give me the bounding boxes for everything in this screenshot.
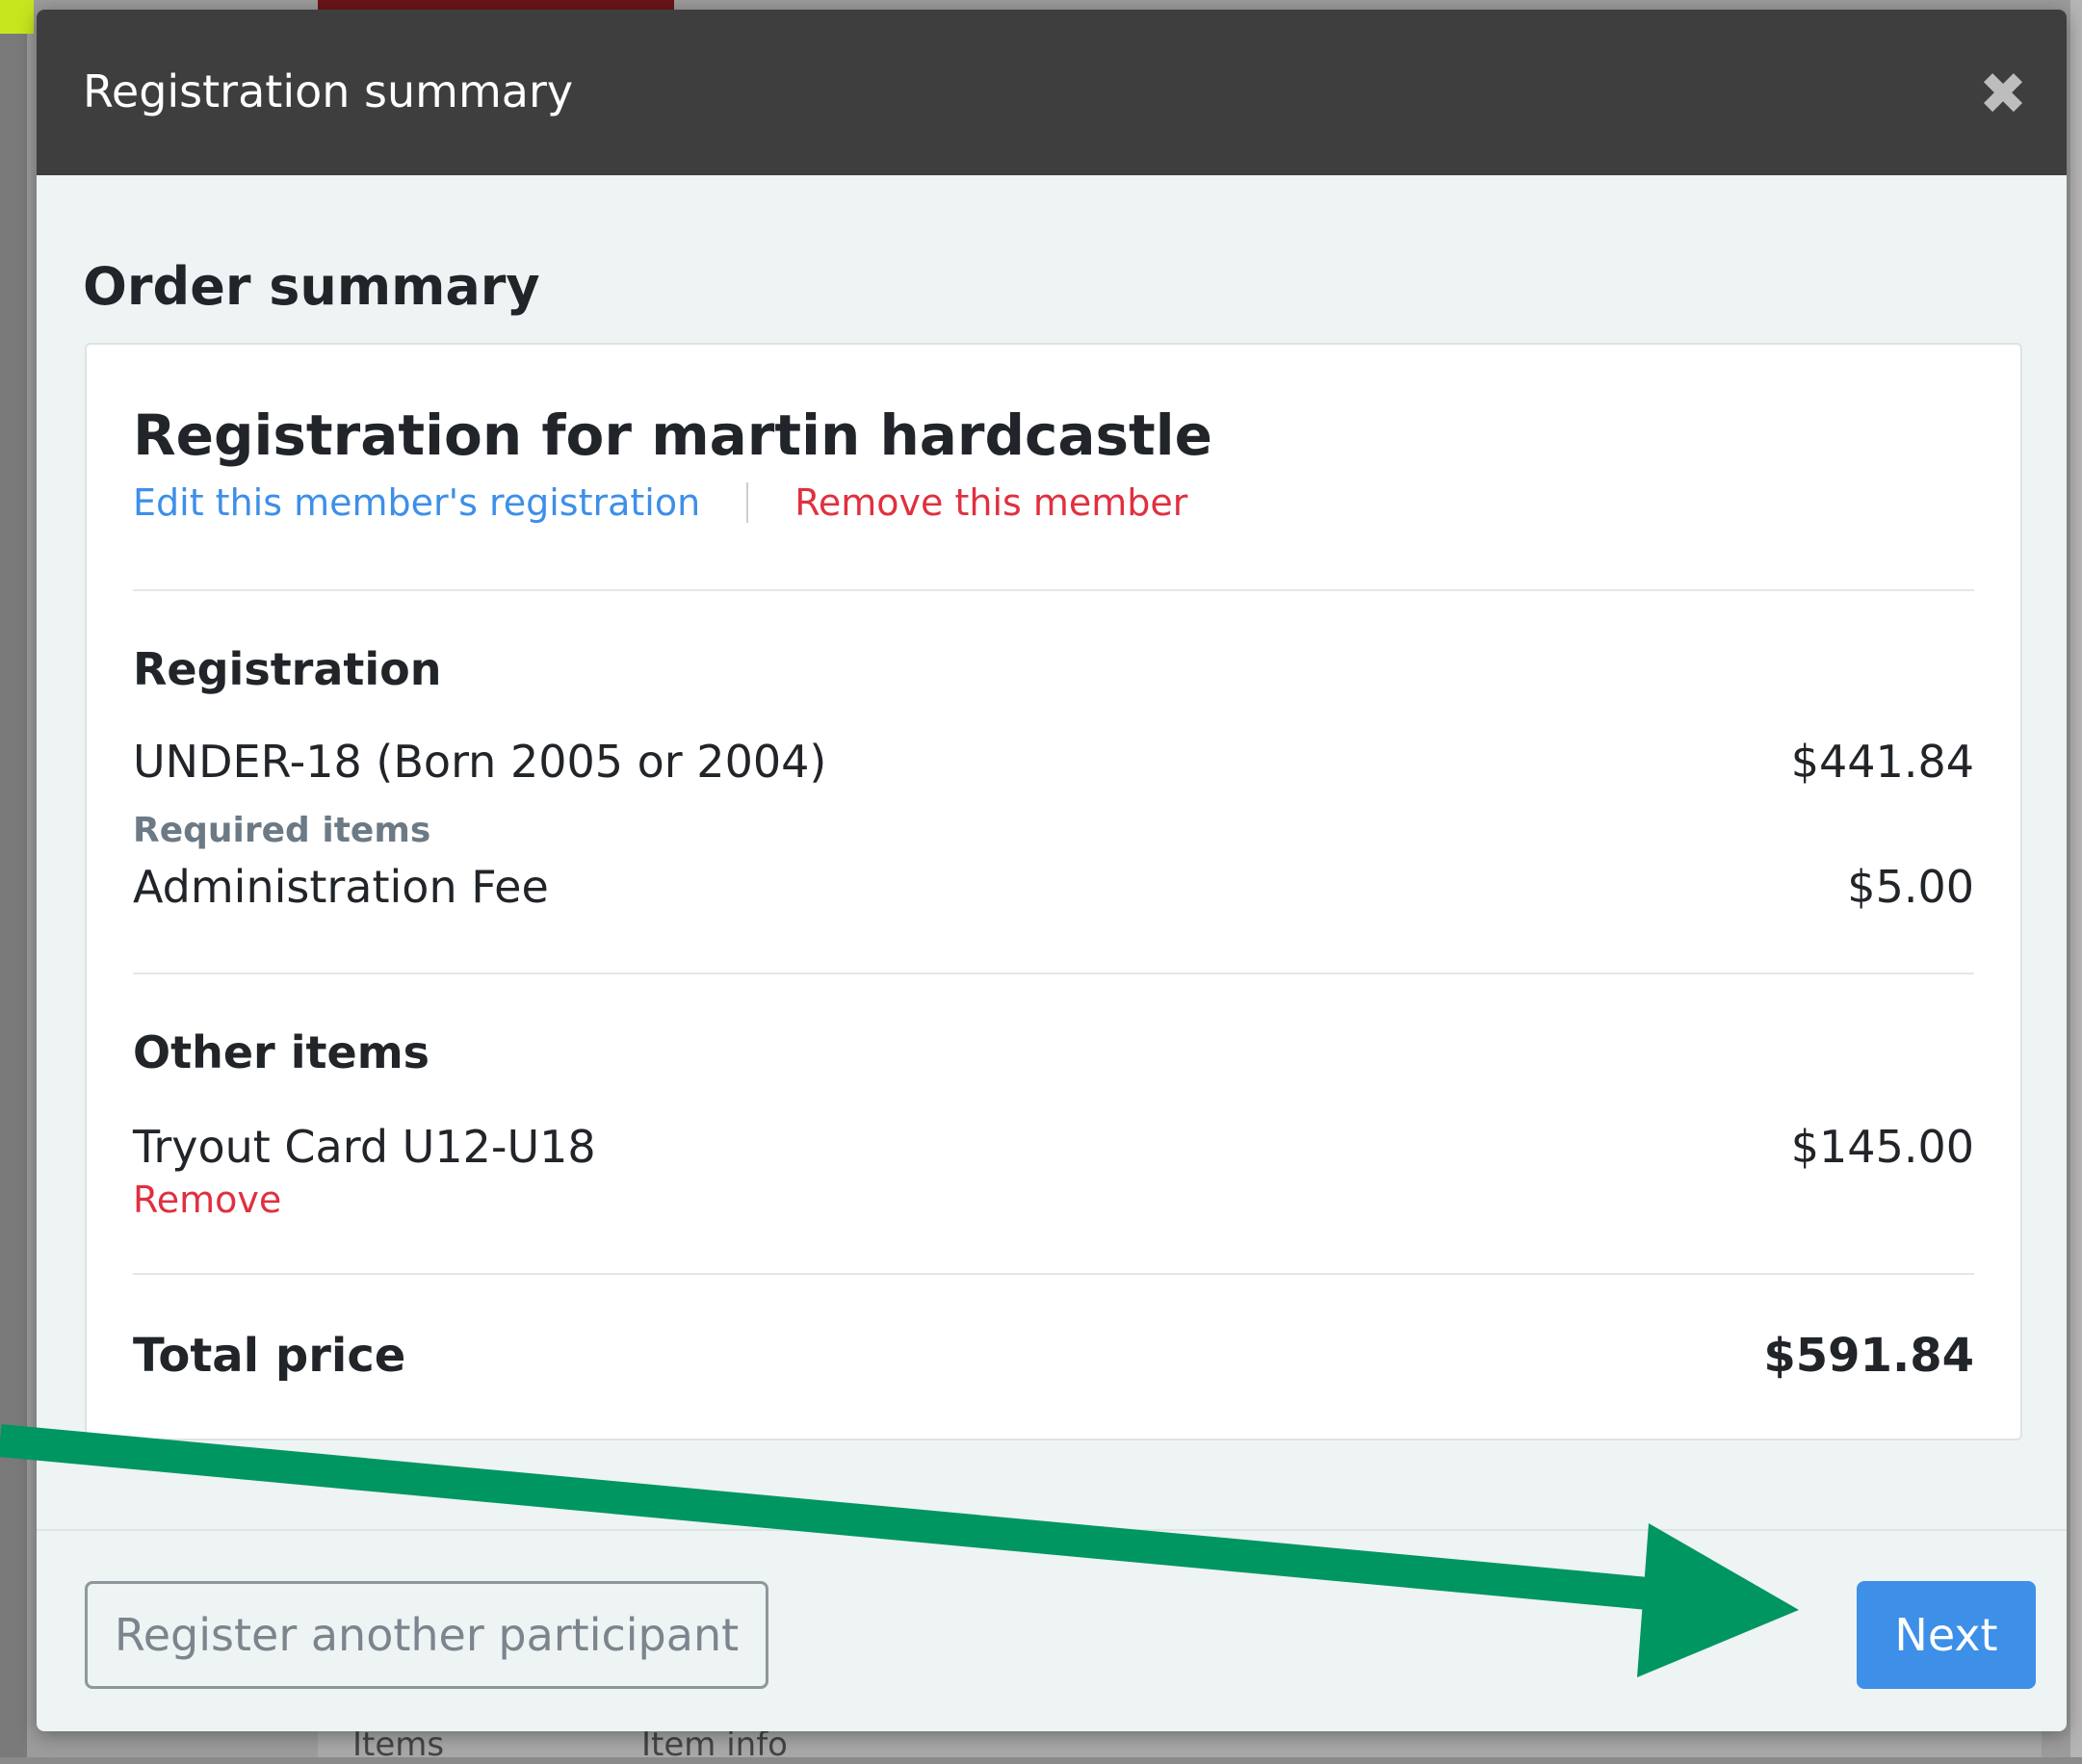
other-item-name: Tryout Card U12-U18	[133, 1121, 596, 1173]
registration-item-price: $441.84	[1790, 736, 1974, 788]
remove-member-link[interactable]: Remove this member	[794, 481, 1187, 524]
order-summary-heading: Order summary	[83, 256, 540, 317]
modal-title: Registration summary	[83, 65, 574, 117]
divider	[133, 589, 1974, 591]
background-accent	[0, 0, 34, 34]
total-label: Total price	[133, 1329, 406, 1383]
next-button[interactable]: Next	[1857, 1581, 2036, 1689]
background-column-item-info: Item info	[641, 1725, 788, 1764]
background-column-items: Items	[352, 1725, 445, 1764]
background-right-strip	[2070, 0, 2082, 1757]
divider	[133, 1273, 1974, 1275]
registration-line-item: UNDER-18 (Born 2005 or 2004) $441.84	[133, 736, 1974, 788]
other-line-item: Tryout Card U12-U18 $145.00	[133, 1121, 1974, 1173]
member-actions: Edit this member's registration Remove t…	[133, 481, 1187, 524]
registration-summary-modal: Registration summary ✖ Order summary Reg…	[37, 10, 2067, 1731]
registration-heading: Registration	[133, 643, 442, 695]
remove-item-link[interactable]: Remove	[133, 1179, 281, 1221]
divider	[133, 973, 1974, 974]
required-item-price: $5.00	[1847, 861, 1974, 913]
registration-item-name: UNDER-18 (Born 2005 or 2004)	[133, 736, 827, 788]
link-separator	[746, 482, 749, 523]
total-value: $591.84	[1763, 1329, 1974, 1383]
other-items-heading: Other items	[133, 1026, 430, 1078]
required-items-label: Required items	[133, 811, 431, 850]
required-item-name: Administration Fee	[133, 861, 549, 913]
modal-footer: Register another participant Next	[37, 1529, 2067, 1731]
other-item-price: $145.00	[1790, 1121, 1974, 1173]
edit-registration-link[interactable]: Edit this member's registration	[133, 481, 700, 524]
member-registration-title: Registration for martin hardcastle	[133, 402, 1213, 468]
close-icon[interactable]: ✖	[1978, 65, 2028, 123]
background-left-strip	[0, 34, 27, 1757]
order-summary-card: Registration for martin hardcastle Edit …	[85, 343, 2022, 1440]
modal-header: Registration summary ✖	[37, 10, 2067, 175]
total-row: Total price $591.84	[133, 1329, 1974, 1383]
required-line-item: Administration Fee $5.00	[133, 861, 1974, 913]
register-another-participant-button[interactable]: Register another participant	[85, 1581, 768, 1689]
